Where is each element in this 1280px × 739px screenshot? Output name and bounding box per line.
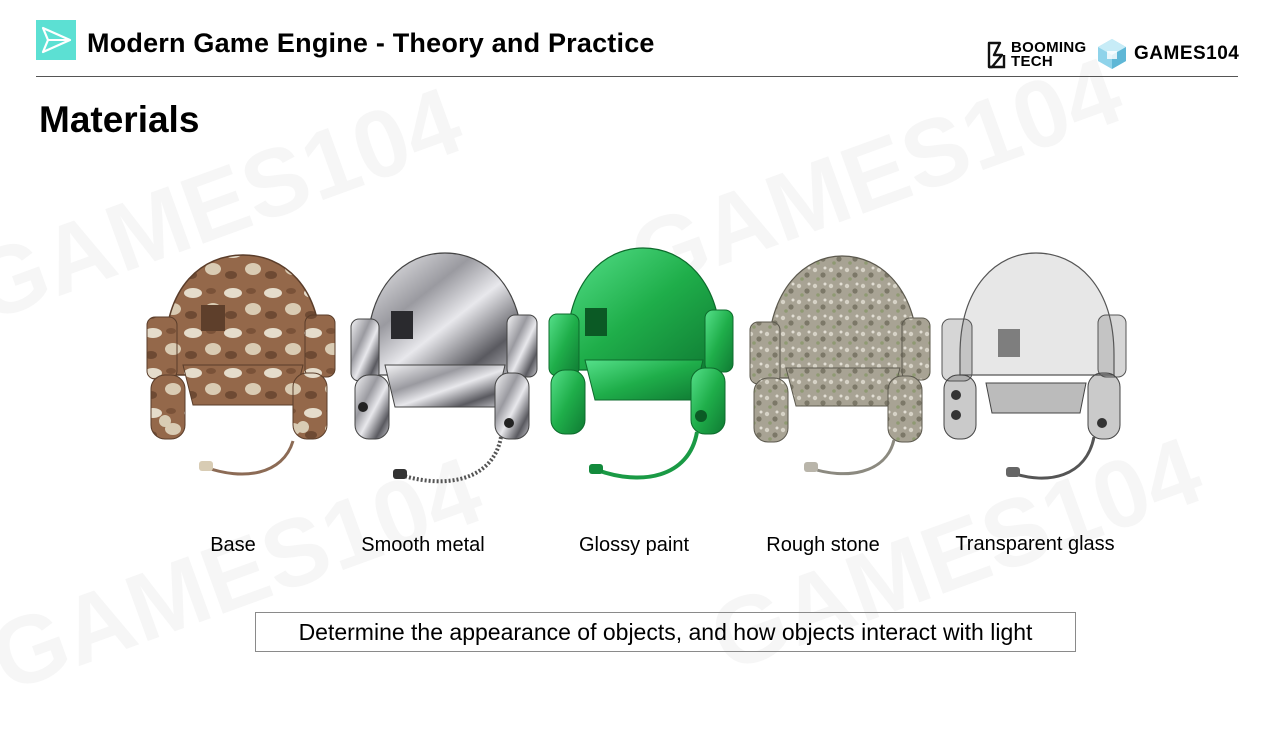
material-label-rough-stone: Rough stone: [766, 534, 880, 556]
material-label-transparent-glass: Transparent glass: [955, 533, 1115, 555]
definition-note-text: Determine the appearance of objects, and…: [298, 618, 1033, 645]
material-label-glossy-paint: Glossy paint: [578, 534, 690, 556]
stone-helmet-image: [748, 250, 933, 485]
material-label-smooth-metal: Smooth metal: [361, 534, 485, 556]
camouflage-helmet-image: [143, 245, 338, 490]
green-helmet-image: [545, 240, 735, 490]
material-label-base: Base: [210, 534, 256, 556]
definition-note: Determine the appearance of objects, and…: [255, 612, 1076, 652]
glass-helmet-image: [938, 245, 1130, 490]
chrome-helmet-image: [345, 245, 540, 495]
